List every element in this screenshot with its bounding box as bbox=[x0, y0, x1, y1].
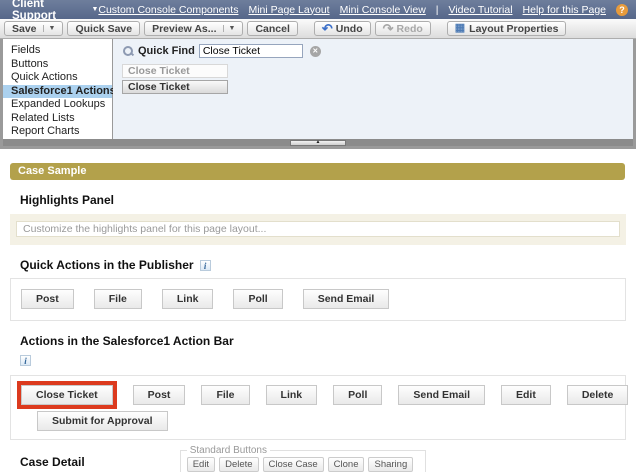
layout-properties-icon bbox=[455, 23, 465, 34]
action-bar-row-2: Submit for Approval bbox=[23, 411, 617, 431]
action-delete[interactable]: Delete bbox=[567, 385, 629, 405]
help-icon[interactable]: ? bbox=[616, 4, 628, 16]
palette-panel: Fields Buttons Quick Actions Salesforce1… bbox=[0, 39, 636, 149]
layout-switcher[interactable]: Client Support bbox=[12, 0, 98, 22]
quick-find-label: Quick Find bbox=[138, 45, 195, 57]
publisher-dropzone: Post File Link Poll Send Email bbox=[10, 278, 626, 321]
preview-as-button[interactable]: Preview As... bbox=[144, 21, 243, 36]
palette-category-list: Fields Buttons Quick Actions Salesforce1… bbox=[3, 39, 113, 139]
palette-content: Quick Find Close Ticket Close Ticket bbox=[113, 39, 633, 139]
action-link[interactable]: Link bbox=[266, 385, 318, 405]
palette-items: Close Ticket Close Ticket bbox=[122, 64, 633, 94]
link-video-tutorial[interactable]: Video Tutorial bbox=[449, 4, 513, 16]
link-mini-page-layout[interactable]: Mini Page Layout bbox=[248, 4, 329, 16]
layout-properties-button[interactable]: Layout Properties bbox=[447, 21, 567, 36]
quick-find-row: Quick Find bbox=[122, 43, 633, 59]
layout-title: Client Support bbox=[12, 0, 86, 22]
action-edit[interactable]: Edit bbox=[501, 385, 551, 405]
publisher-action-link[interactable]: Link bbox=[162, 289, 214, 309]
quick-find-input[interactable] bbox=[199, 44, 303, 58]
collapse-arrow-icon bbox=[316, 140, 321, 145]
highlights-panel-placeholder: Customize the highlights panel for this … bbox=[16, 221, 620, 237]
publisher-heading: Quick Actions in the Publisher bbox=[20, 258, 636, 272]
quick-save-button[interactable]: Quick Save bbox=[67, 21, 140, 36]
category-related-lists[interactable]: Related Lists bbox=[3, 112, 112, 126]
publisher-action-post[interactable]: Post bbox=[21, 289, 74, 309]
links-separator: | bbox=[436, 4, 439, 16]
palette-resize-bar bbox=[3, 139, 633, 146]
case-detail-row: Case Detail Standard Buttons Edit Delete… bbox=[0, 443, 636, 472]
category-salesforce1-actions[interactable]: Salesforce1 Actions bbox=[3, 85, 112, 99]
case-detail-heading: Case Detail bbox=[20, 455, 85, 469]
cancel-button[interactable]: Cancel bbox=[247, 21, 297, 36]
action-file[interactable]: File bbox=[201, 385, 249, 405]
annotation-highlight: Close Ticket bbox=[17, 381, 117, 409]
palette-item-close-ticket[interactable]: Close Ticket bbox=[122, 80, 228, 94]
action-submit-for-approval[interactable]: Submit for Approval bbox=[37, 411, 168, 431]
info-icon[interactable] bbox=[200, 260, 211, 271]
action-send-email[interactable]: Send Email bbox=[398, 385, 485, 405]
section-bar: Case Sample bbox=[10, 163, 625, 180]
app-header: Client Support Custom Console Components… bbox=[0, 0, 636, 19]
standard-button-close-case[interactable]: Close Case bbox=[263, 457, 324, 472]
action-bar-info-line bbox=[20, 351, 636, 369]
category-buttons[interactable]: Buttons bbox=[3, 58, 112, 72]
action-bar-heading: Actions in the Salesforce1 Action Bar bbox=[20, 334, 636, 348]
link-mini-console-view[interactable]: Mini Console View bbox=[340, 4, 426, 16]
highlights-panel-dropzone[interactable]: Customize the highlights panel for this … bbox=[10, 214, 626, 245]
info-icon[interactable] bbox=[20, 355, 31, 366]
link-help-for-this-page[interactable]: Help for this Page bbox=[523, 4, 606, 16]
action-poll[interactable]: Poll bbox=[333, 385, 382, 405]
search-icon bbox=[122, 45, 134, 57]
palette-collapse-handle[interactable] bbox=[290, 140, 346, 146]
publisher-button-row: Post File Link Poll Send Email bbox=[21, 289, 615, 309]
category-quick-actions[interactable]: Quick Actions bbox=[3, 71, 112, 85]
highlights-panel-heading: Highlights Panel bbox=[20, 193, 636, 207]
redo-button: Redo bbox=[375, 21, 431, 36]
category-report-charts[interactable]: Report Charts bbox=[3, 125, 112, 139]
action-bar-row-1: Close Ticket Post File Link Poll Send Em… bbox=[23, 385, 617, 405]
save-dropdown-icon[interactable] bbox=[43, 25, 56, 32]
palette-item-close-ticket-used: Close Ticket bbox=[122, 64, 228, 78]
action-bar-dropzone: Close Ticket Post File Link Poll Send Em… bbox=[10, 375, 626, 440]
undo-button[interactable]: Undo bbox=[314, 21, 371, 36]
chevron-down-icon bbox=[91, 6, 98, 13]
category-fields[interactable]: Fields bbox=[3, 44, 112, 58]
link-custom-console-components[interactable]: Custom Console Components bbox=[98, 4, 238, 16]
standard-button-delete[interactable]: Delete bbox=[219, 457, 258, 472]
action-post[interactable]: Post bbox=[133, 385, 186, 405]
standard-button-clone[interactable]: Clone bbox=[328, 457, 365, 472]
preview-as-dropdown-icon[interactable] bbox=[223, 25, 236, 32]
palette-body: Fields Buttons Quick Actions Salesforce1… bbox=[3, 39, 633, 139]
publisher-action-send-email[interactable]: Send Email bbox=[303, 289, 390, 309]
standard-buttons-row: Edit Delete Close Case Clone Sharing bbox=[187, 457, 419, 472]
save-button[interactable]: Save bbox=[4, 21, 63, 36]
standard-buttons-legend: Standard Buttons bbox=[187, 445, 270, 456]
redo-icon bbox=[383, 24, 394, 34]
standard-button-sharing[interactable]: Sharing bbox=[368, 457, 413, 472]
publisher-action-file[interactable]: File bbox=[94, 289, 142, 309]
clear-search-icon[interactable] bbox=[310, 46, 321, 57]
standard-button-edit[interactable]: Edit bbox=[187, 457, 215, 472]
undo-icon bbox=[322, 24, 333, 34]
header-links: Custom Console Components Mini Page Layo… bbox=[98, 4, 628, 16]
layout-canvas: Case Sample Highlights Panel Customize t… bbox=[0, 149, 636, 472]
standard-buttons-group: Standard Buttons Edit Delete Close Case … bbox=[180, 445, 426, 472]
editor-toolbar: Save Quick Save Preview As... Cancel Und… bbox=[0, 19, 636, 39]
publisher-action-poll[interactable]: Poll bbox=[233, 289, 282, 309]
category-expanded-lookups[interactable]: Expanded Lookups bbox=[3, 98, 112, 112]
action-close-ticket[interactable]: Close Ticket bbox=[21, 385, 113, 405]
